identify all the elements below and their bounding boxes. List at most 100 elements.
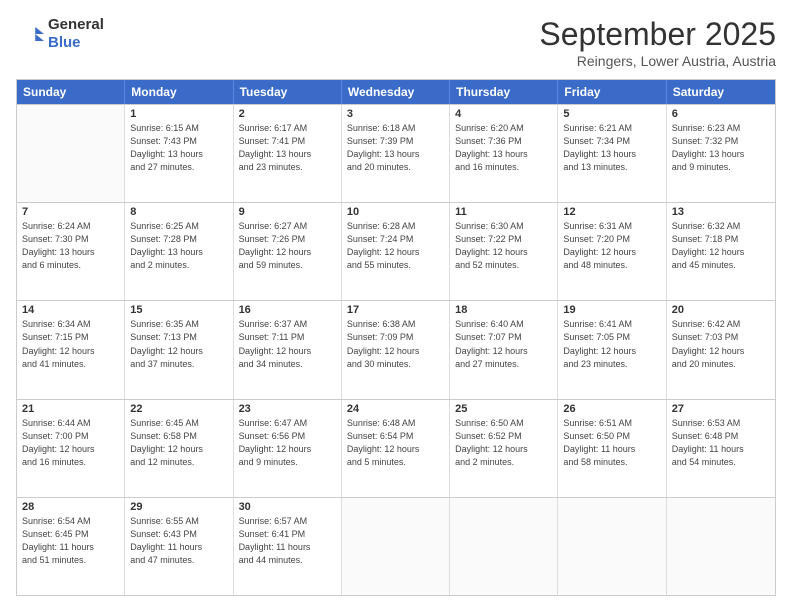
- day-number: 24: [347, 403, 444, 415]
- header-day-sunday: Sunday: [17, 80, 125, 104]
- day-info: Sunrise: 6:40 AM Sunset: 7:07 PM Dayligh…: [455, 318, 552, 370]
- day-info: Sunrise: 6:55 AM Sunset: 6:43 PM Dayligh…: [130, 515, 227, 567]
- calendar-row-1: 7 Sunrise: 6:24 AM Sunset: 7:30 PM Daylig…: [17, 202, 775, 300]
- calendar-cell-4-6: [667, 498, 775, 595]
- calendar-cell-1-2: 9 Sunrise: 6:27 AM Sunset: 7:26 PM Daylig…: [234, 203, 342, 300]
- day-number: 7: [22, 206, 119, 218]
- calendar-cell-0-3: 3 Sunrise: 6:18 AM Sunset: 7:39 PM Daylig…: [342, 105, 450, 202]
- calendar-cell-0-0: [17, 105, 125, 202]
- day-number: 28: [22, 501, 119, 513]
- calendar-cell-0-2: 2 Sunrise: 6:17 AM Sunset: 7:41 PM Daylig…: [234, 105, 342, 202]
- day-number: 14: [22, 304, 119, 316]
- day-number: 13: [672, 206, 770, 218]
- calendar-cell-3-3: 24 Sunrise: 6:48 AM Sunset: 6:54 PM Dayli…: [342, 400, 450, 497]
- calendar-cell-0-5: 5 Sunrise: 6:21 AM Sunset: 7:34 PM Daylig…: [558, 105, 666, 202]
- header-day-friday: Friday: [558, 80, 666, 104]
- day-info: Sunrise: 6:34 AM Sunset: 7:15 PM Dayligh…: [22, 318, 119, 370]
- day-number: 17: [347, 304, 444, 316]
- calendar-cell-0-1: 1Sunrise: 6:15 AM Sunset: 7:43 PM Daylig…: [125, 105, 233, 202]
- day-info: Sunrise: 6:25 AM Sunset: 7:28 PM Dayligh…: [130, 220, 227, 272]
- day-number: 16: [239, 304, 336, 316]
- calendar-cell-4-2: 30 Sunrise: 6:57 AM Sunset: 6:41 PM Dayli…: [234, 498, 342, 595]
- day-info: Sunrise: 6:23 AM Sunset: 7:32 PM Dayligh…: [672, 122, 770, 174]
- day-number: 23: [239, 403, 336, 415]
- day-info: Sunrise: 6:30 AM Sunset: 7:22 PM Dayligh…: [455, 220, 552, 272]
- day-info: Sunrise: 6:20 AM Sunset: 7:36 PM Dayligh…: [455, 122, 552, 174]
- day-info: Sunrise: 6:27 AM Sunset: 7:26 PM Dayligh…: [239, 220, 336, 272]
- day-info: Sunrise: 6:53 AM Sunset: 6:48 PM Dayligh…: [672, 417, 770, 469]
- day-info: Sunrise: 6:44 AM Sunset: 7:00 PM Dayligh…: [22, 417, 119, 469]
- calendar-cell-2-2: 16 Sunrise: 6:37 AM Sunset: 7:11 PM Dayli…: [234, 301, 342, 398]
- day-info: Sunrise: 6:28 AM Sunset: 7:24 PM Dayligh…: [347, 220, 444, 272]
- calendar-cell-1-3: 10 Sunrise: 6:28 AM Sunset: 7:24 PM Dayli…: [342, 203, 450, 300]
- calendar-cell-3-2: 23 Sunrise: 6:47 AM Sunset: 6:56 PM Dayli…: [234, 400, 342, 497]
- location-subtitle: Reingers, Lower Austria, Austria: [539, 53, 776, 69]
- day-number: 10: [347, 206, 444, 218]
- day-info: Sunrise: 6:37 AM Sunset: 7:11 PM Dayligh…: [239, 318, 336, 370]
- day-number: 25: [455, 403, 552, 415]
- calendar-cell-3-1: 22 Sunrise: 6:45 AM Sunset: 6:58 PM Dayli…: [125, 400, 233, 497]
- calendar-cell-3-4: 25 Sunrise: 6:50 AM Sunset: 6:52 PM Dayli…: [450, 400, 558, 497]
- day-number: 26: [563, 403, 660, 415]
- day-number: 1: [130, 108, 227, 120]
- header-day-saturday: Saturday: [667, 80, 775, 104]
- calendar-cell-3-0: 21 Sunrise: 6:44 AM Sunset: 7:00 PM Dayli…: [17, 400, 125, 497]
- day-number: 11: [455, 206, 552, 218]
- day-info: Sunrise: 6:31 AM Sunset: 7:20 PM Dayligh…: [563, 220, 660, 272]
- day-number: 8: [130, 206, 227, 218]
- title-block: September 2025 Reingers, Lower Austria, …: [539, 16, 776, 69]
- calendar-cell-2-6: 20Sunrise: 6:42 AM Sunset: 7:03 PM Dayli…: [667, 301, 775, 398]
- page: General Blue September 2025 Reingers, Lo…: [0, 0, 792, 612]
- day-number: 27: [672, 403, 770, 415]
- calendar-header: SundayMondayTuesdayWednesdayThursdayFrid…: [17, 80, 775, 104]
- day-info: Sunrise: 6:38 AM Sunset: 7:09 PM Dayligh…: [347, 318, 444, 370]
- calendar-cell-1-5: 12Sunrise: 6:31 AM Sunset: 7:20 PM Dayli…: [558, 203, 666, 300]
- day-info: Sunrise: 6:21 AM Sunset: 7:34 PM Dayligh…: [563, 122, 660, 174]
- day-number: 2: [239, 108, 336, 120]
- day-info: Sunrise: 6:47 AM Sunset: 6:56 PM Dayligh…: [239, 417, 336, 469]
- day-number: 5: [563, 108, 660, 120]
- calendar-cell-4-4: [450, 498, 558, 595]
- day-number: 4: [455, 108, 552, 120]
- calendar-cell-4-3: [342, 498, 450, 595]
- day-number: 3: [347, 108, 444, 120]
- day-number: 6: [672, 108, 770, 120]
- logo-icon: [16, 20, 44, 48]
- calendar-cell-0-6: 6 Sunrise: 6:23 AM Sunset: 7:32 PM Daylig…: [667, 105, 775, 202]
- day-number: 20: [672, 304, 770, 316]
- day-number: 19: [563, 304, 660, 316]
- calendar-cell-1-4: 11 Sunrise: 6:30 AM Sunset: 7:22 PM Dayli…: [450, 203, 558, 300]
- day-number: 18: [455, 304, 552, 316]
- day-info: Sunrise: 6:17 AM Sunset: 7:41 PM Dayligh…: [239, 122, 336, 174]
- calendar-cell-4-1: 29 Sunrise: 6:55 AM Sunset: 6:43 PM Dayli…: [125, 498, 233, 595]
- day-info: Sunrise: 6:24 AM Sunset: 7:30 PM Dayligh…: [22, 220, 119, 272]
- header: General Blue September 2025 Reingers, Lo…: [16, 16, 776, 69]
- day-info: Sunrise: 6:54 AM Sunset: 6:45 PM Dayligh…: [22, 515, 119, 567]
- calendar-cell-2-0: 14 Sunrise: 6:34 AM Sunset: 7:15 PM Dayli…: [17, 301, 125, 398]
- day-number: 29: [130, 501, 227, 513]
- day-info: Sunrise: 6:48 AM Sunset: 6:54 PM Dayligh…: [347, 417, 444, 469]
- calendar-cell-0-4: 4 Sunrise: 6:20 AM Sunset: 7:36 PM Daylig…: [450, 105, 558, 202]
- day-info: Sunrise: 6:41 AM Sunset: 7:05 PM Dayligh…: [563, 318, 660, 370]
- logo-text: General Blue: [48, 16, 104, 52]
- day-info: Sunrise: 6:57 AM Sunset: 6:41 PM Dayligh…: [239, 515, 336, 567]
- logo: General Blue: [16, 16, 104, 52]
- day-number: 9: [239, 206, 336, 218]
- header-day-monday: Monday: [125, 80, 233, 104]
- day-info: Sunrise: 6:51 AM Sunset: 6:50 PM Dayligh…: [563, 417, 660, 469]
- calendar-cell-1-6: 13Sunrise: 6:32 AM Sunset: 7:18 PM Dayli…: [667, 203, 775, 300]
- calendar-cell-1-0: 7 Sunrise: 6:24 AM Sunset: 7:30 PM Daylig…: [17, 203, 125, 300]
- calendar-cell-3-6: 27 Sunrise: 6:53 AM Sunset: 6:48 PM Dayli…: [667, 400, 775, 497]
- day-info: Sunrise: 6:35 AM Sunset: 7:13 PM Dayligh…: [130, 318, 227, 370]
- calendar-cell-1-1: 8 Sunrise: 6:25 AM Sunset: 7:28 PM Daylig…: [125, 203, 233, 300]
- day-number: 21: [22, 403, 119, 415]
- calendar-cell-4-0: 28 Sunrise: 6:54 AM Sunset: 6:45 PM Dayli…: [17, 498, 125, 595]
- header-day-thursday: Thursday: [450, 80, 558, 104]
- day-number: 22: [130, 403, 227, 415]
- day-info: Sunrise: 6:18 AM Sunset: 7:39 PM Dayligh…: [347, 122, 444, 174]
- calendar-row-0: 1Sunrise: 6:15 AM Sunset: 7:43 PM Daylig…: [17, 104, 775, 202]
- calendar-row-3: 21 Sunrise: 6:44 AM Sunset: 7:00 PM Dayli…: [17, 399, 775, 497]
- day-info: Sunrise: 6:45 AM Sunset: 6:58 PM Dayligh…: [130, 417, 227, 469]
- day-info: Sunrise: 6:50 AM Sunset: 6:52 PM Dayligh…: [455, 417, 552, 469]
- day-number: 30: [239, 501, 336, 513]
